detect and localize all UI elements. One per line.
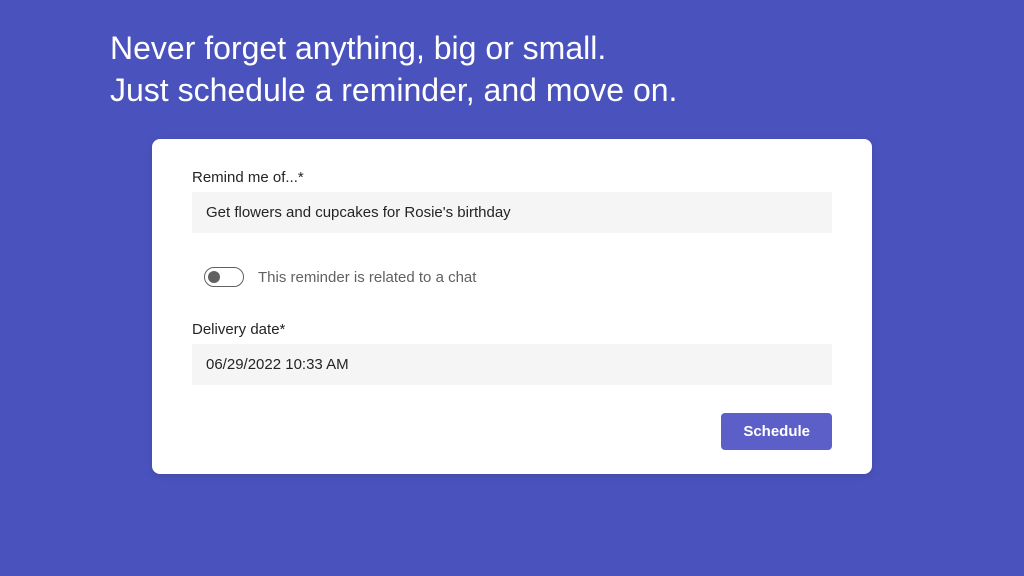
headline-line1: Never forget anything, big or small.: [110, 28, 1024, 70]
promo-headline: Never forget anything, big or small. Jus…: [0, 0, 1024, 111]
reminder-card: Remind me of...* This reminder is relate…: [152, 139, 872, 474]
toggle-knob-icon: [208, 271, 220, 283]
remind-label: Remind me of...*: [192, 169, 832, 186]
chat-toggle-row: This reminder is related to a chat: [204, 267, 832, 287]
schedule-button[interactable]: Schedule: [721, 413, 832, 450]
chat-toggle[interactable]: [204, 267, 244, 287]
chat-toggle-label: This reminder is related to a chat: [258, 269, 476, 286]
headline-line2: Just schedule a reminder, and move on.: [110, 70, 1024, 112]
action-row: Schedule: [192, 413, 832, 450]
date-input[interactable]: [192, 344, 832, 385]
date-label: Delivery date*: [192, 321, 832, 338]
date-field: Delivery date*: [192, 321, 832, 385]
remind-field: Remind me of...*: [192, 169, 832, 233]
remind-input[interactable]: [192, 192, 832, 233]
